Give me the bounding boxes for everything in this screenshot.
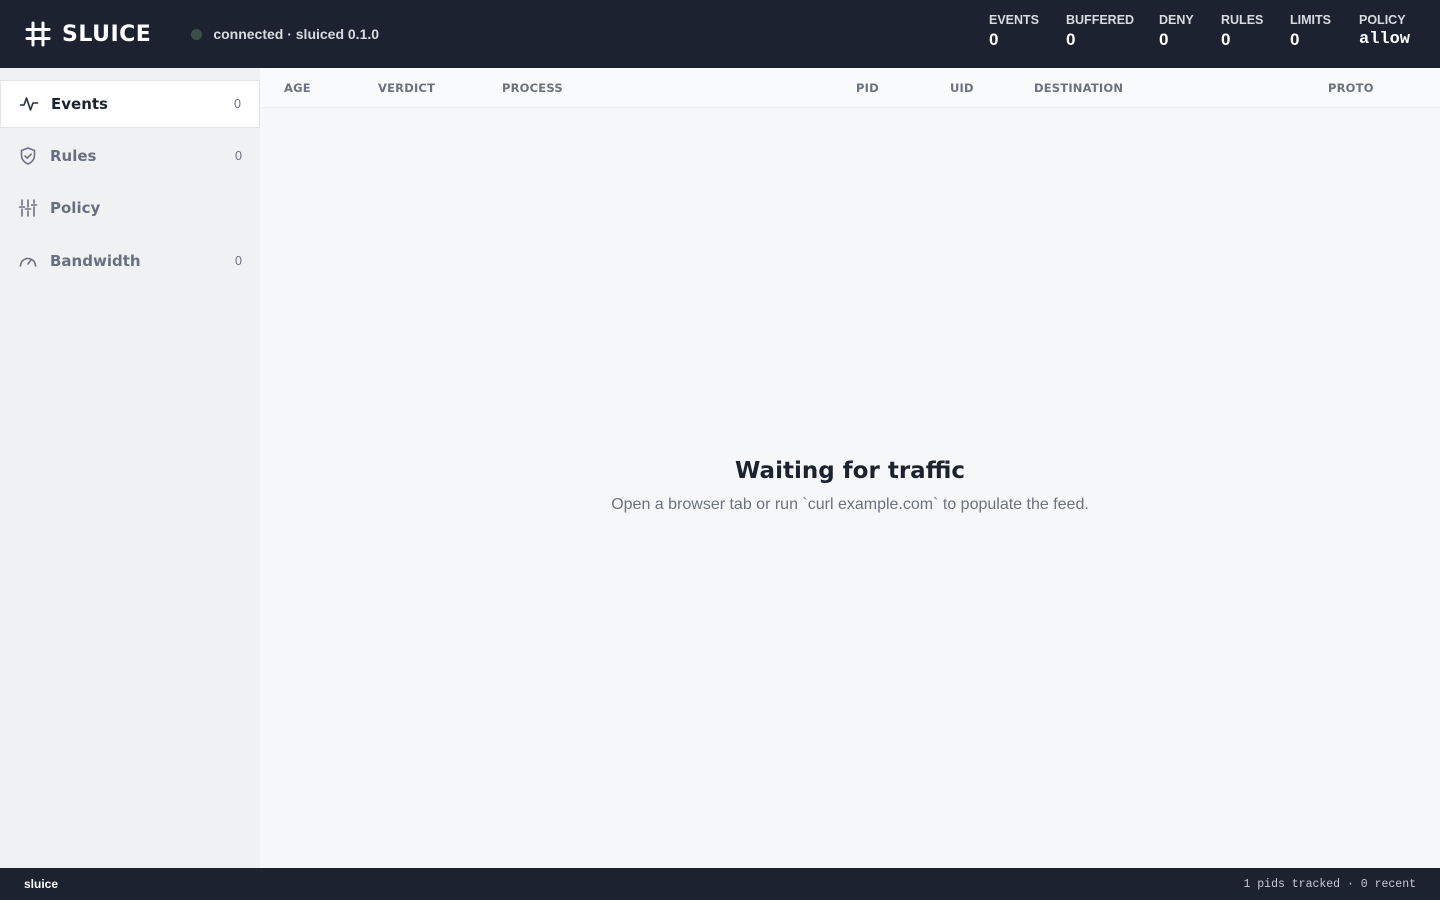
column-header-proto[interactable]: PROTO <box>1328 81 1374 95</box>
app-name: SLUICE <box>62 21 152 47</box>
status-bar: sluice 1 pids tracked · 0 recent <box>0 868 1440 900</box>
empty-state: Waiting for traffic Open a browser tab o… <box>260 458 1440 514</box>
stat-label: BUFFERED <box>1066 13 1135 27</box>
column-header-uid[interactable]: UID <box>950 81 974 95</box>
stat-value: 0 <box>1066 30 1076 49</box>
column-header-pid[interactable]: PID <box>856 81 879 95</box>
column-header-destination[interactable]: DESTINATION <box>1034 81 1123 95</box>
connection-status: connected · sluiced 0.1.0 <box>191 26 379 42</box>
stat-buffered: BUFFERED 0 <box>1066 12 1134 52</box>
stat-policy: POLICY allow <box>1359 12 1410 52</box>
sidebar-item-policy[interactable]: Policy <box>0 184 260 232</box>
column-header-verdict[interactable]: VERDICT <box>378 81 435 95</box>
hash-icon <box>24 20 52 48</box>
stat-label: POLICY <box>1359 13 1406 27</box>
shield-check-icon <box>18 146 38 166</box>
sidebar-item-rules[interactable]: Rules 0 <box>0 132 260 180</box>
column-header-process[interactable]: PROCESS <box>502 81 563 95</box>
stat-events: EVENTS 0 <box>989 12 1039 52</box>
stat-deny: DENY 0 <box>1159 12 1194 52</box>
sidebar: Events 0 Rules 0 Policy Bandwidth 0 <box>0 68 260 868</box>
stat-label: LIMITS <box>1290 13 1331 27</box>
stat-rules: RULES 0 <box>1221 12 1263 52</box>
footer-app-name: sluice <box>24 877 59 891</box>
stat-label: RULES <box>1221 13 1264 27</box>
sidebar-item-label: Bandwidth <box>50 252 141 270</box>
stat-limits: LIMITS 0 <box>1290 12 1331 52</box>
empty-state-title: Waiting for traffic <box>735 458 965 484</box>
sidebar-item-label: Rules <box>50 147 97 165</box>
footer-stats: 1 pids tracked · 0 recent <box>1243 877 1416 891</box>
activity-icon <box>19 94 39 114</box>
sidebar-item-events[interactable]: Events 0 <box>0 80 260 128</box>
stat-value: allow <box>1359 30 1411 49</box>
stat-label: DENY <box>1159 13 1194 27</box>
stat-value: 0 <box>1159 30 1169 49</box>
sidebar-item-bandwidth[interactable]: Bandwidth 0 <box>0 237 260 285</box>
stat-value: 0 <box>1221 30 1231 49</box>
gauge-icon <box>18 251 38 271</box>
top-bar: SLUICE connected · sluiced 0.1.0 EVENTS … <box>0 0 1440 68</box>
sidebar-item-count: 0 <box>235 149 242 163</box>
status-dot <box>191 28 203 40</box>
empty-state-subtitle: Open a browser tab or run `curl example.… <box>611 496 1089 513</box>
brand[interactable]: SLUICE <box>24 20 151 48</box>
events-panel: AGE VERDICT PROCESS PID UID DESTINATION … <box>260 68 1440 868</box>
table-header: AGE VERDICT PROCESS PID UID DESTINATION … <box>260 68 1440 108</box>
sidebar-item-label: Events <box>51 95 108 113</box>
status-text: connected · sluiced 0.1.0 <box>213 26 380 42</box>
column-header-age[interactable]: AGE <box>284 81 311 95</box>
sidebar-item-label: Policy <box>50 199 101 217</box>
stat-value: 0 <box>1290 30 1300 49</box>
sliders-icon <box>18 198 38 218</box>
stat-value: 0 <box>989 30 999 49</box>
stat-label: EVENTS <box>989 13 1040 27</box>
sidebar-item-count: 0 <box>234 97 241 111</box>
sidebar-item-count: 0 <box>235 254 242 268</box>
